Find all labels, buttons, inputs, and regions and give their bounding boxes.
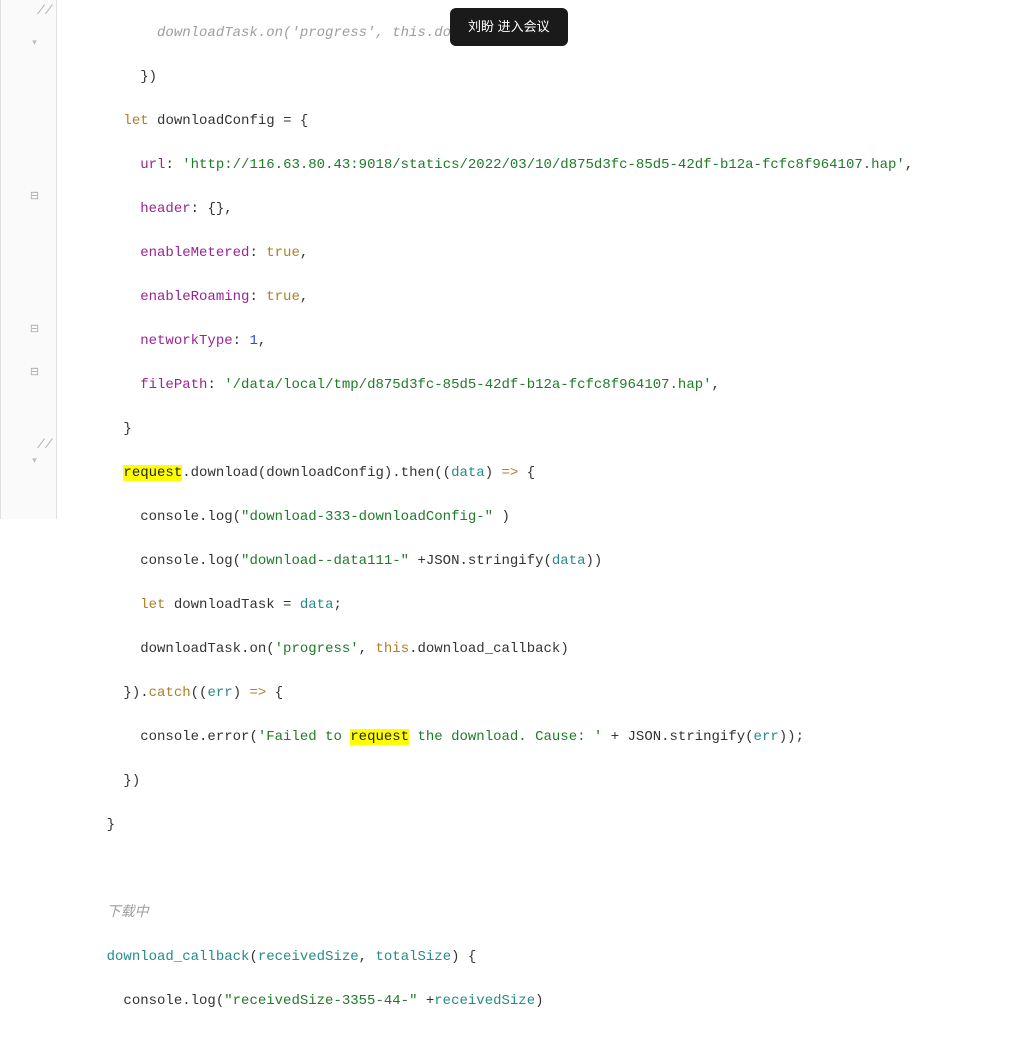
code-line: downloadTask.on('progress', this.downloa… xyxy=(73,638,1030,660)
gutter: // // xyxy=(1,0,57,519)
code-line: console.log("download-333-downloadConfig… xyxy=(73,506,1030,528)
code-line: } xyxy=(73,418,1030,440)
notification-text: 刘盼 进入会议 xyxy=(468,19,550,34)
code-line: 下载中 xyxy=(73,902,1030,924)
code-line: } xyxy=(73,814,1030,836)
code-line: url: 'http://116.63.80.43:9018/statics/2… xyxy=(73,154,1030,176)
notification-toast: 刘盼 进入会议 xyxy=(450,8,568,46)
code-line: }) xyxy=(73,770,1030,792)
code-line: console.error('Failed to request the dow… xyxy=(73,726,1030,748)
code-line: header: {}, xyxy=(73,198,1030,220)
code-line: let downloadConfig = { xyxy=(73,110,1030,132)
fold-marker-icon[interactable] xyxy=(29,38,40,49)
fold-marker-icon[interactable] xyxy=(29,192,40,203)
code-line: enableMetered: true, xyxy=(73,242,1030,264)
code-line: filePath: '/data/local/tmp/d875d3fc-85d5… xyxy=(73,374,1030,396)
code-line: console.log("totalSize---" +totalSize) xyxy=(73,1034,1030,1038)
code-line: }).catch((err) => { xyxy=(73,682,1030,704)
search-highlight: request xyxy=(123,465,182,481)
code-line: let downloadTask = data; xyxy=(73,594,1030,616)
code-line: enableRoaming: true, xyxy=(73,286,1030,308)
code-editor[interactable]: // // downloadTask.on('progress', this.d… xyxy=(0,0,1030,519)
code-line: request.download(downloadConfig).then((d… xyxy=(73,462,1030,484)
code-content[interactable]: downloadTask.on('progress', this.downlo … xyxy=(57,0,1030,519)
gutter-comment-slash: // xyxy=(37,0,53,22)
search-highlight: request xyxy=(350,729,409,745)
fold-marker-icon[interactable] xyxy=(29,368,40,379)
code-line: console.log("receivedSize-3355-44-" +rec… xyxy=(73,990,1030,1012)
code-line: download_callback(receivedSize, totalSiz… xyxy=(73,946,1030,968)
code-line: }) xyxy=(73,66,1030,88)
code-line: networkType: 1, xyxy=(73,330,1030,352)
gutter-comment-slash: // xyxy=(37,434,53,456)
fold-marker-icon[interactable] xyxy=(29,456,40,467)
code-line xyxy=(73,858,1030,880)
fold-marker-icon[interactable] xyxy=(29,325,40,336)
code-line: console.log("download--data111-" +JSON.s… xyxy=(73,550,1030,572)
